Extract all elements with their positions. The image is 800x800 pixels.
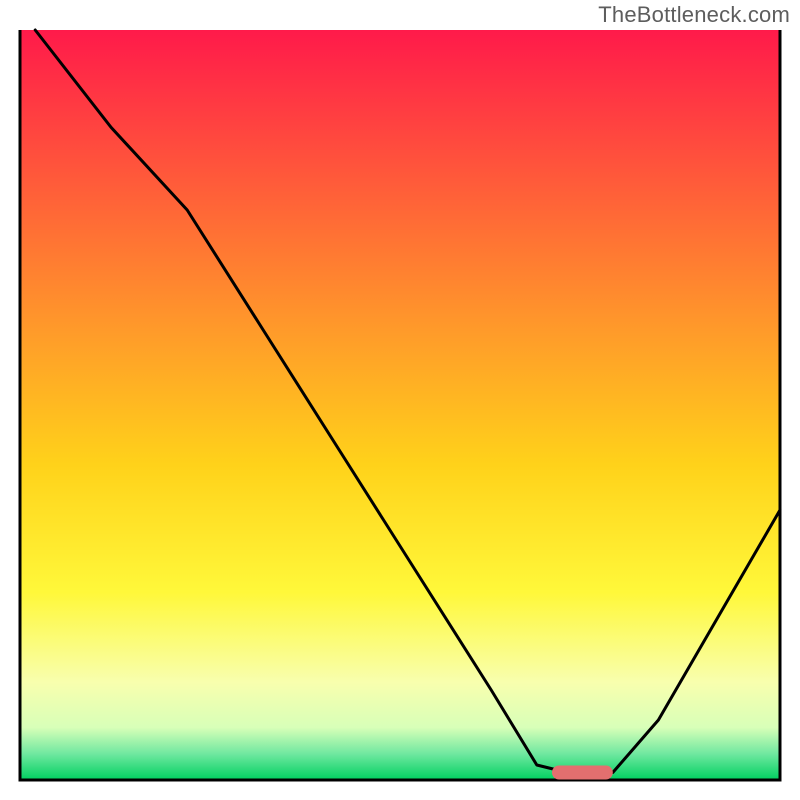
chart-container: TheBottleneck.com xyxy=(0,0,800,800)
heatmap-background xyxy=(20,30,780,780)
bottleneck-chart xyxy=(0,0,800,800)
optimal-marker xyxy=(552,766,613,780)
watermark-text: TheBottleneck.com xyxy=(598,2,790,28)
